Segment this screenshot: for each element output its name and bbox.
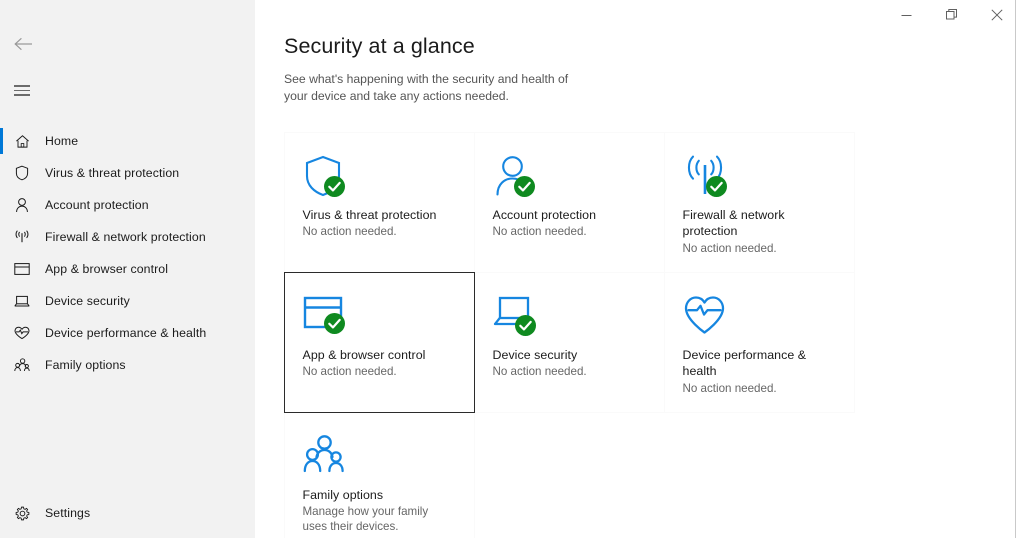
tile-device-performance-health[interactable]: Device performance & health No action ne…	[664, 272, 855, 413]
tile-title: Family options	[303, 487, 456, 504]
tile-title: App & browser control	[303, 347, 456, 364]
tile-title: Account protection	[493, 207, 646, 224]
hamburger-menu-button[interactable]	[0, 76, 45, 108]
minimize-button[interactable]	[884, 0, 929, 30]
sidebar-item-family-options[interactable]: Family options	[0, 349, 255, 381]
sidebar-item-device-security[interactable]: Device security	[0, 285, 255, 317]
sidebar-item-firewall-network-protection[interactable]: Firewall & network protection	[0, 221, 255, 253]
check-badge-icon	[324, 176, 345, 197]
sidebar-item-label: Device performance & health	[45, 326, 206, 340]
window-icon	[9, 258, 35, 280]
tile-status: No action needed.	[303, 224, 456, 239]
sidebar-item-label: App & browser control	[45, 262, 168, 276]
back-button[interactable]	[0, 28, 45, 60]
sidebar-item-label: Virus & threat protection	[45, 166, 179, 180]
tile-virus-threat-protection[interactable]: Virus & threat protection No action need…	[284, 132, 475, 273]
sidebar-item-home[interactable]: Home	[0, 125, 255, 157]
tile-title: Device security	[493, 347, 646, 364]
wifi-icon	[9, 226, 35, 248]
tile-device-security[interactable]: Device security No action needed.	[474, 272, 665, 413]
tile-status: No action needed.	[683, 241, 836, 256]
sidebar-item-label: Settings	[45, 506, 90, 520]
sidebar-item-settings[interactable]: Settings	[0, 497, 255, 529]
selection-indicator	[0, 128, 3, 154]
sidebar-bottom: Settings	[0, 497, 255, 538]
laptop-icon	[493, 294, 646, 340]
tile-status: No action needed.	[493, 364, 646, 379]
tile-status: No action needed.	[303, 364, 456, 379]
person-icon	[9, 194, 35, 216]
restore-button[interactable]	[929, 0, 974, 30]
check-badge-icon	[515, 315, 536, 336]
sidebar: Home Virus & threat protection	[0, 0, 255, 538]
tile-app-browser-control[interactable]: App & browser control No action needed.	[284, 272, 475, 413]
sidebar-item-account-protection[interactable]: Account protection	[0, 189, 255, 221]
tile-title: Firewall & network protection	[683, 207, 836, 240]
sidebar-item-label: Device security	[45, 294, 130, 308]
sidebar-item-label: Home	[45, 134, 78, 148]
sidebar-nav-list: Home Virus & threat protection	[0, 125, 255, 381]
shield-icon	[303, 154, 456, 200]
content-wrapper: Security at a glance See what's happenin…	[255, 0, 1019, 538]
tile-account-protection[interactable]: Account protection No action needed.	[474, 132, 665, 273]
sidebar-item-label: Firewall & network protection	[45, 230, 206, 244]
page-title: Security at a glance	[284, 34, 1019, 59]
window-icon	[303, 294, 456, 340]
tile-status: No action needed.	[683, 381, 836, 396]
windows-security-window: Home Virus & threat protection	[0, 0, 1019, 538]
wifi-icon	[683, 154, 836, 200]
check-badge-icon	[706, 176, 727, 197]
hamburger-icon	[14, 85, 30, 98]
sidebar-spacer	[0, 381, 255, 497]
sidebar-item-virus-threat-protection[interactable]: Virus & threat protection	[0, 157, 255, 189]
tile-status: Manage how your family uses their device…	[303, 504, 456, 534]
check-badge-icon	[514, 176, 535, 197]
family-icon	[303, 434, 456, 480]
sidebar-item-device-performance-health[interactable]: Device performance & health	[0, 317, 255, 349]
person-icon	[493, 154, 646, 200]
family-icon	[9, 354, 35, 376]
vertical-scrollbar[interactable]	[1015, 0, 1019, 538]
gear-icon	[9, 502, 35, 524]
sidebar-top-controls	[0, 0, 255, 108]
tile-family-options[interactable]: Family options Manage how your family us…	[284, 412, 475, 538]
heart-pulse-icon	[683, 294, 836, 340]
home-icon	[9, 130, 35, 152]
laptop-icon	[9, 290, 35, 312]
sidebar-item-label: Account protection	[45, 198, 149, 212]
sidebar-item-label: Family options	[45, 358, 126, 372]
page-subtitle: See what's happening with the security a…	[284, 71, 594, 104]
heart-pulse-icon	[9, 322, 35, 344]
tile-title: Device performance & health	[683, 347, 836, 380]
tile-title: Virus & threat protection	[303, 207, 456, 224]
close-button[interactable]	[974, 0, 1019, 30]
window-controls	[879, 0, 1019, 30]
sidebar-item-app-browser-control[interactable]: App & browser control	[0, 253, 255, 285]
check-badge-icon	[324, 313, 345, 334]
tile-firewall-network-protection[interactable]: Firewall & network protection No action …	[664, 132, 855, 273]
main-content: Security at a glance See what's happenin…	[255, 0, 1019, 538]
security-tile-grid: Virus & threat protection No action need…	[284, 132, 856, 538]
shield-icon	[9, 162, 35, 184]
tile-status: No action needed.	[493, 224, 646, 239]
